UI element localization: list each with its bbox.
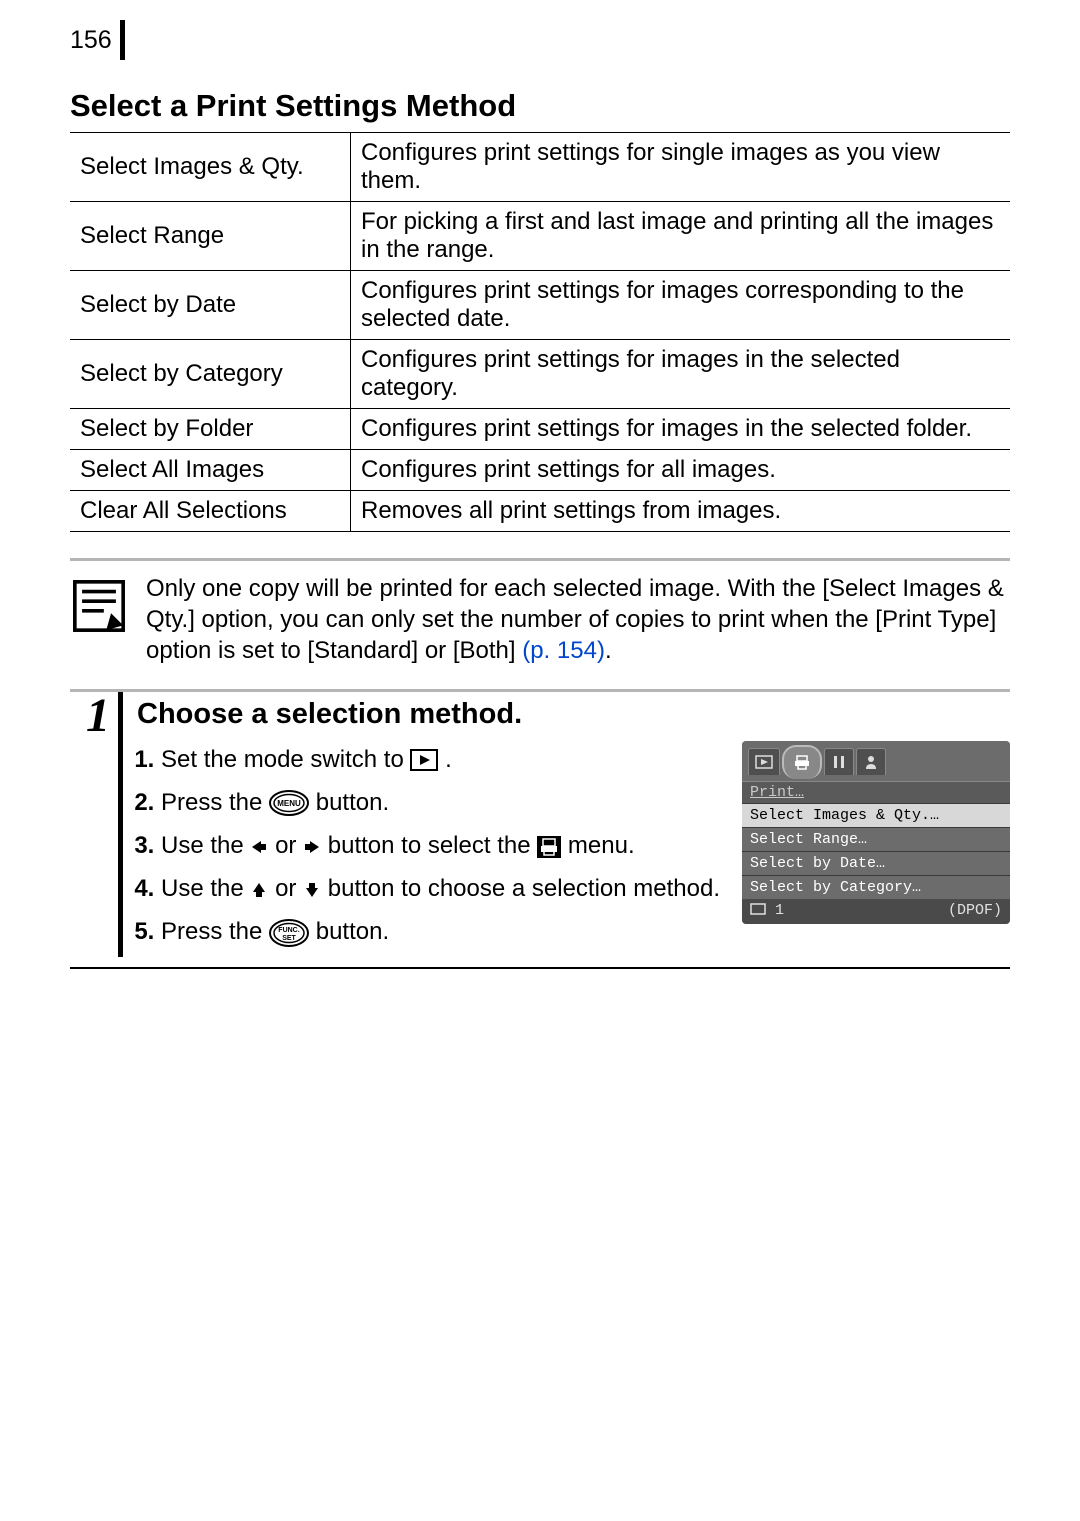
substep-text: menu.: [568, 832, 635, 859]
substep-text: button to select the: [328, 832, 537, 859]
tab-person-icon: [856, 748, 886, 775]
substep-text: .: [445, 746, 452, 773]
substep: Use the or button to choose a selection …: [161, 870, 724, 907]
arrow-down-icon: [303, 881, 321, 899]
substep-text: Press the: [161, 789, 269, 816]
method-label: Select All Images: [70, 450, 351, 491]
substep-text: Use the: [161, 875, 250, 902]
camera-screenshot: Print… Select Images & Qty.… Select Rang…: [742, 741, 1010, 957]
substep-text: button to choose a selection method.: [328, 875, 720, 902]
method-desc: Configures print settings for single ima…: [351, 133, 1011, 202]
arrow-up-icon: [250, 881, 268, 899]
substep: Use the or button to select the: [161, 827, 724, 864]
method-desc: Configures print settings for images in …: [351, 340, 1011, 409]
substep-text: button.: [316, 789, 389, 816]
method-label: Select by Category: [70, 340, 351, 409]
step-divider: [70, 967, 1010, 969]
step-title: Choose a selection method.: [137, 698, 1010, 731]
screenshot-item: Select by Category…: [742, 875, 1010, 899]
arrow-right-icon: [303, 838, 321, 856]
screenshot-footer-left: 1: [750, 902, 784, 919]
func-set-button-icon: FUNC.SET: [269, 919, 309, 947]
methods-table: Select Images & Qty. Configures print se…: [70, 132, 1010, 532]
method-label: Select by Date: [70, 271, 351, 340]
page-number: 156: [70, 20, 125, 60]
note-block: Only one copy will be printed for each s…: [70, 573, 1010, 667]
print-menu-icon: [537, 836, 561, 858]
tab-print-icon: [782, 745, 822, 779]
table-row: Select by Date Configures print settings…: [70, 271, 1010, 340]
tab-tools-icon: [824, 748, 854, 775]
tab-playback-icon: [748, 748, 780, 775]
note-card-icon: [70, 577, 128, 635]
screenshot-footer-right: (DPOF): [948, 902, 1002, 919]
screenshot-item-selected: Select Images & Qty.…: [742, 803, 1010, 827]
substep-text: or: [275, 875, 303, 902]
step-block: 1 Choose a selection method. Set the mod…: [70, 689, 1010, 969]
method-desc: Configures print settings for images in …: [351, 409, 1011, 450]
method-desc: Removes all print settings from images.: [351, 491, 1011, 532]
screenshot-tabs: [742, 741, 1010, 781]
svg-text:SET: SET: [282, 935, 296, 942]
substep: Press the MENU button.: [161, 784, 724, 821]
arrow-left-icon: [250, 838, 268, 856]
screenshot-item: Select Range…: [742, 827, 1010, 851]
step-number: 1: [70, 692, 123, 957]
method-label: Clear All Selections: [70, 491, 351, 532]
table-row: Select Images & Qty. Configures print se…: [70, 133, 1010, 202]
substep-text: button.: [316, 918, 389, 945]
table-row: Select Range For picking a first and las…: [70, 202, 1010, 271]
page-number-wrap: 156: [70, 20, 1010, 60]
screenshot-item: Select by Date…: [742, 851, 1010, 875]
table-row: Select by Category Configures print sett…: [70, 340, 1010, 409]
table-row: Clear All Selections Removes all print s…: [70, 491, 1010, 532]
substep: Set the mode switch to .: [161, 741, 724, 778]
screenshot-print-row: Print…: [742, 781, 1010, 803]
table-row: Select by Folder Configures print settin…: [70, 409, 1010, 450]
svg-text:MENU: MENU: [277, 799, 301, 808]
playback-mode-icon: [410, 749, 438, 771]
divider: [70, 558, 1010, 561]
page-ref-link[interactable]: (p. 154): [522, 637, 605, 664]
method-label: Select Images & Qty.: [70, 133, 351, 202]
footer-count: 1: [775, 902, 784, 919]
menu-button-icon: MENU: [269, 790, 309, 816]
method-label: Select Range: [70, 202, 351, 271]
substeps-list: Set the mode switch to . Press the MENU: [137, 741, 724, 957]
substep-text: Use the: [161, 832, 250, 859]
screenshot-footer: 1 (DPOF): [742, 899, 1010, 924]
substep: Press the FUNC.SET button.: [161, 913, 724, 950]
manual-page: 156 Select a Print Settings Method Selec…: [0, 0, 1080, 1009]
section-title: Select a Print Settings Method: [70, 88, 1010, 124]
substep-text: or: [275, 832, 303, 859]
method-desc: Configures print settings for images cor…: [351, 271, 1011, 340]
note-text-post: .: [605, 637, 612, 664]
substep-text: Press the: [161, 918, 269, 945]
substep-text: Set the mode switch to: [161, 746, 410, 773]
method-label: Select by Folder: [70, 409, 351, 450]
note-text: Only one copy will be printed for each s…: [146, 573, 1010, 667]
method-desc: Configures print settings for all images…: [351, 450, 1011, 491]
table-row: Select All Images Configures print setti…: [70, 450, 1010, 491]
svg-text:FUNC.: FUNC.: [278, 927, 299, 934]
method-desc: For picking a first and last image and p…: [351, 202, 1011, 271]
